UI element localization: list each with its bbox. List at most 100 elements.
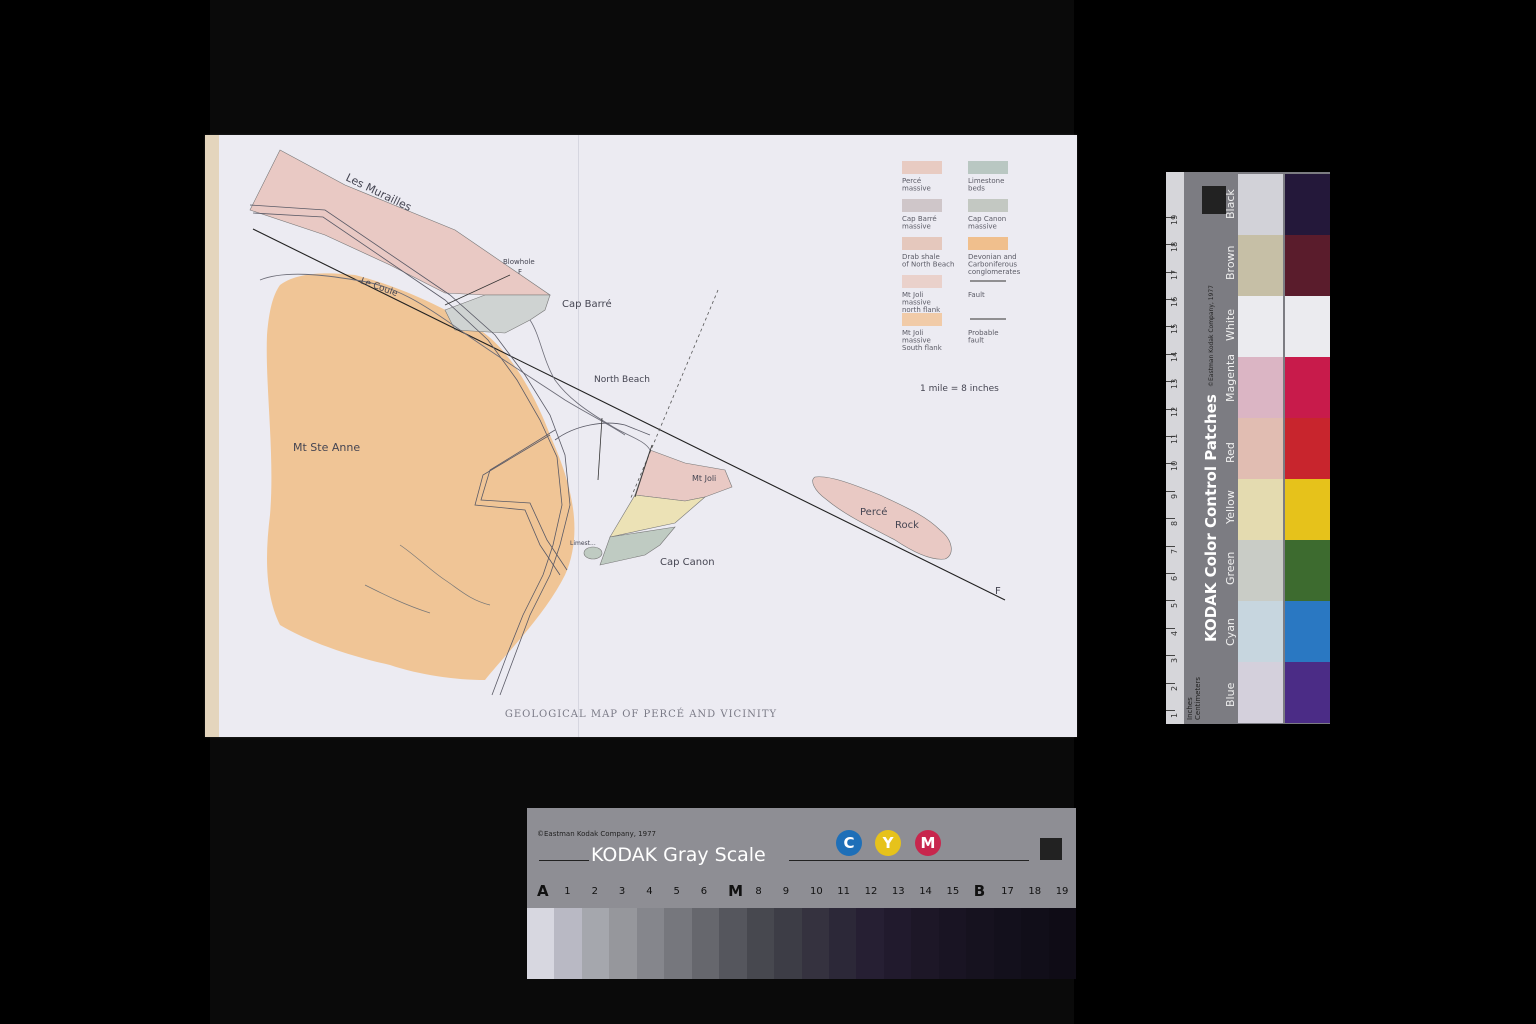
map-scale: 1 mile = 8 inches <box>920 384 999 394</box>
ruler-number: 6 <box>1170 575 1179 581</box>
color-control-card: 1 2 3 4 5 6 7 8 9 10 11 12 13 14 15 16 17 18 19 Inches Cen… <box>1166 172 1330 724</box>
gray-step-label: 9 <box>782 886 790 897</box>
perce-massive-area <box>249 149 551 296</box>
legend-label: conglomerates <box>968 268 1021 276</box>
label-mt-joli: Mt Joli <box>692 474 716 483</box>
patch-label: Blue <box>1224 682 1237 707</box>
patch-brown-light <box>1238 235 1283 296</box>
ruler-tick <box>1166 545 1175 547</box>
legend-swatch <box>968 199 1008 212</box>
gray-step <box>856 908 884 979</box>
patch-black-light <box>1238 174 1283 235</box>
gray-step-label: 11 <box>837 886 851 897</box>
patch-yellow-light <box>1238 479 1283 540</box>
cyan-dot: C <box>836 830 862 856</box>
ruler-units-inches: Inches <box>1186 697 1194 720</box>
yellow-dot: Y <box>875 830 901 856</box>
patch-label: Yellow <box>1224 490 1237 524</box>
map-legend: PercémassiveLimestonebedsCap Barrémassiv… <box>902 161 1021 352</box>
legend-label: South flank <box>902 344 943 352</box>
road-5 <box>554 422 651 441</box>
gray-step-label: B <box>973 882 986 900</box>
patch-label: Brown <box>1224 245 1237 280</box>
patch-brown-dark <box>1285 235 1330 296</box>
patch-label: White <box>1224 309 1237 341</box>
gray-step-label: 3 <box>618 886 626 897</box>
patch-blue-dark <box>1285 662 1330 723</box>
gray-step-label: 6 <box>700 886 708 897</box>
patch-label: Green <box>1224 551 1237 585</box>
ruler-number: 12 <box>1170 406 1179 417</box>
title-underline-left <box>539 860 589 861</box>
gray-step-label: A <box>537 882 549 900</box>
color-card-copyright: ©Eastman Kodak Company, 1977 <box>1208 285 1215 387</box>
patch-green-light <box>1238 540 1283 601</box>
patch-label: Cyan <box>1224 618 1237 646</box>
gray-step <box>527 908 555 979</box>
gray-step <box>746 908 775 979</box>
legend-swatch <box>902 161 942 174</box>
gray-step <box>1021 908 1049 979</box>
ruler-tick <box>1166 573 1175 574</box>
ruler-number: 17 <box>1170 269 1179 280</box>
ruler-tick <box>1166 682 1175 684</box>
gray-step <box>554 908 582 979</box>
patch-white-light <box>1238 296 1283 357</box>
gray-card-title: KODAK Gray Scale <box>591 844 766 866</box>
geological-map: Les Murailles Le Coule Blowhole F Cap Ba… <box>249 149 1021 696</box>
gray-step <box>719 908 747 979</box>
gray-step-label: 19 <box>1055 886 1069 897</box>
label-cap-canon: Cap Canon <box>660 557 715 568</box>
gray-step <box>581 908 610 979</box>
ruler-tick <box>1166 600 1175 602</box>
ruler-number: 5 <box>1170 603 1179 609</box>
ruler-number: 19 <box>1170 214 1179 225</box>
legend-swatch <box>968 161 1008 174</box>
ruler-number: 11 <box>1170 433 1179 444</box>
ruler-number: 3 <box>1170 658 1179 664</box>
label-perce-rock-1: Percé <box>860 506 887 518</box>
magenta-dot: M <box>915 830 941 856</box>
gray-step <box>774 908 802 979</box>
legend-label: massive <box>968 223 997 231</box>
gray-step <box>828 908 857 979</box>
kodak-logo-icon <box>1202 186 1226 214</box>
gray-step <box>691 908 720 979</box>
gray-step-label: 15 <box>946 886 960 897</box>
label-mt-ste-anne: Mt Ste Anne <box>293 441 360 454</box>
patch-green-dark <box>1285 540 1330 601</box>
gray-step-label: 17 <box>1001 886 1014 897</box>
gray-step-label: 4 <box>646 886 653 897</box>
ruler-number: 16 <box>1170 296 1179 307</box>
patch-yellow-dark <box>1285 479 1330 540</box>
label-fault-end: F <box>995 586 1001 597</box>
kodak-logo-icon <box>1040 838 1062 860</box>
label-perce-rock-2: Rock <box>895 520 919 531</box>
patch-label: Magenta <box>1224 353 1237 402</box>
patch-cyan-dark <box>1285 601 1330 662</box>
patch-blue-light <box>1238 662 1283 723</box>
patch-label: Black <box>1224 189 1237 219</box>
ruler-number: 14 <box>1170 351 1179 362</box>
legend-swatch <box>902 237 942 250</box>
patch-label: Red <box>1224 442 1237 463</box>
ruler-tick <box>1166 490 1175 492</box>
limestone-area <box>583 546 603 560</box>
legend-swatch <box>968 237 1008 250</box>
legend-label: north flank <box>902 306 941 314</box>
patch-cyan-light <box>1238 601 1283 662</box>
title-underline-right <box>789 860 1029 861</box>
legend-label: fault <box>968 337 984 345</box>
label-blowhole: Blowhole <box>503 258 535 266</box>
patch-magenta-light <box>1238 357 1283 418</box>
gray-step <box>966 908 994 979</box>
patch-white-dark <box>1285 296 1330 357</box>
legend-label: of North Beach <box>902 261 954 269</box>
gray-step-label: 13 <box>891 886 905 897</box>
gray-step <box>636 908 665 979</box>
gray-card-copyright: ©Eastman Kodak Company, 1977 <box>537 830 656 838</box>
patch-magenta-dark <box>1285 357 1330 418</box>
legend-label: massive <box>902 185 931 193</box>
ruler-tick <box>1166 518 1175 520</box>
fault-north-beach <box>597 417 603 481</box>
